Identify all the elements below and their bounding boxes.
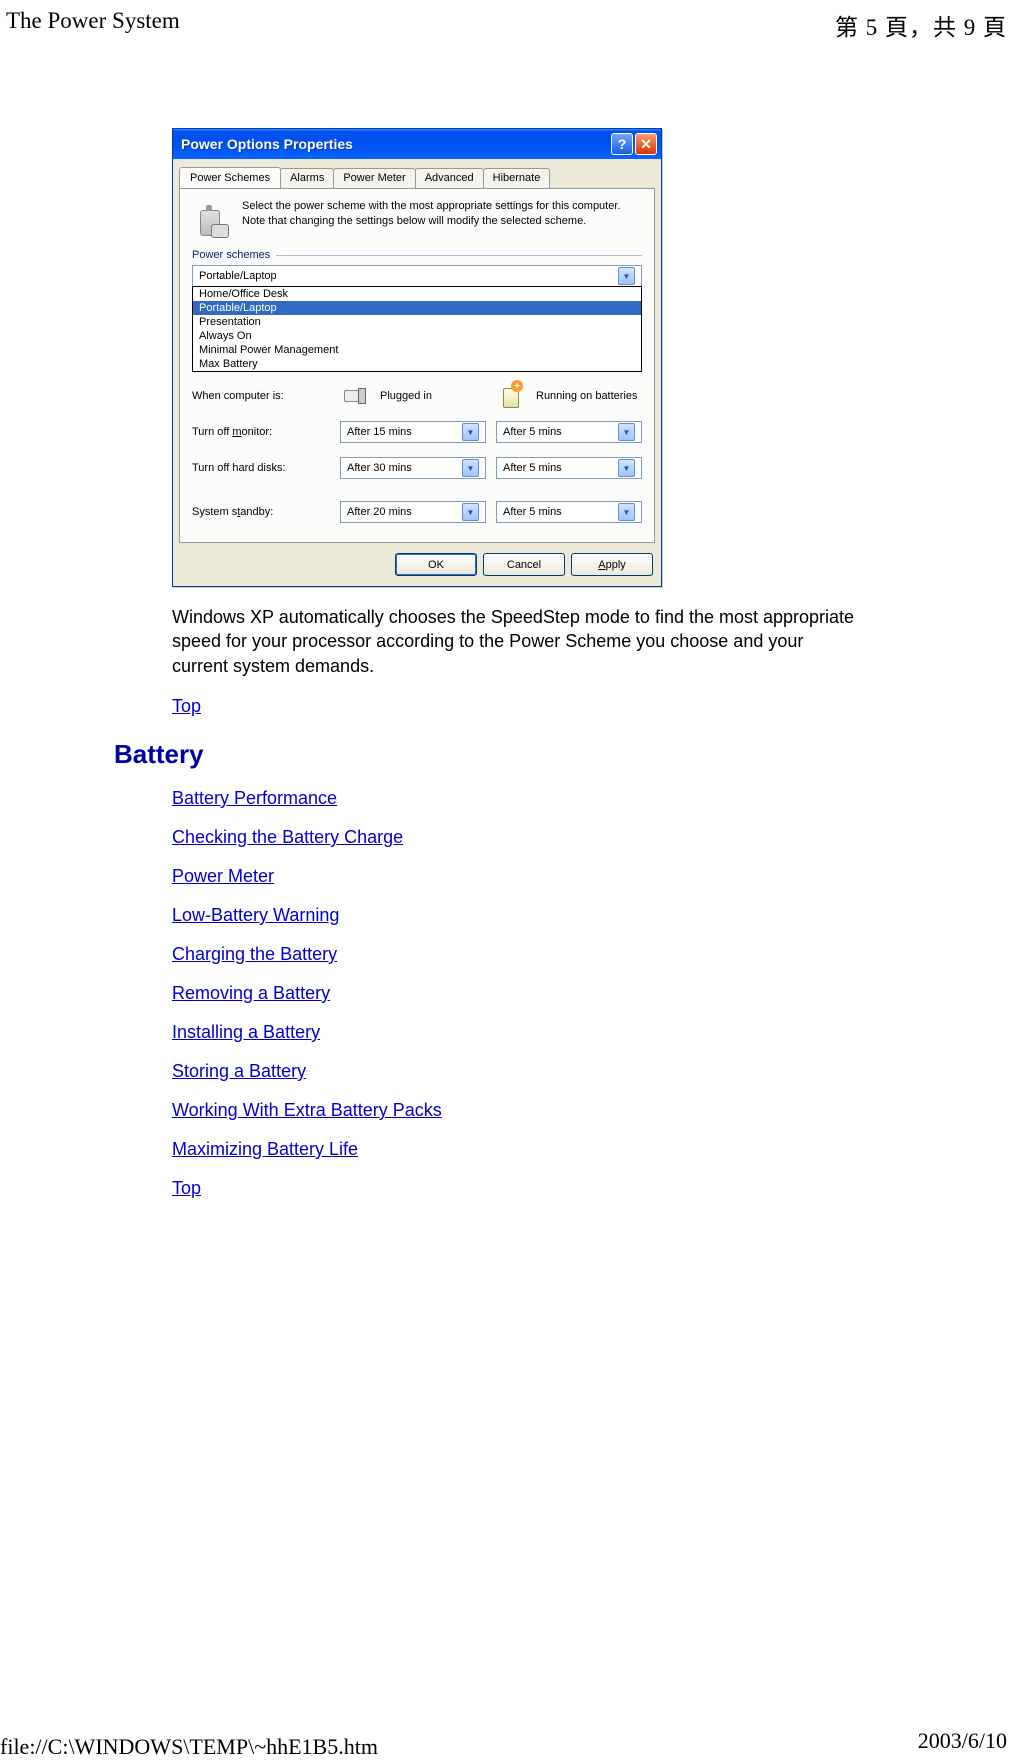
option-portable-laptop[interactable]: Portable/Laptop [193, 301, 641, 315]
option-presentation[interactable]: Presentation [193, 315, 641, 329]
tab-strip: Power Schemes Alarms Power Meter Advance… [173, 159, 661, 188]
link-maximizing-battery-life[interactable]: Maximizing Battery Life [172, 1139, 862, 1160]
footer-path: file://C:\WINDOWS\TEMP\~hhE1B5.htm [0, 1734, 378, 1760]
link-extra-battery-packs[interactable]: Working With Extra Battery Packs [172, 1100, 862, 1121]
close-button[interactable]: ✕ [635, 133, 657, 155]
tab-hibernate[interactable]: Hibernate [483, 168, 551, 189]
chevron-down-icon: ▼ [618, 267, 635, 285]
row-disks: Turn off hard disks: After 30 mins▼ Afte… [192, 450, 642, 486]
ok-button[interactable]: OK [395, 553, 477, 576]
page-header: The Power System 第 5 頁，共 9 頁 [0, 0, 1013, 48]
disks-plugged-dropdown[interactable]: After 30 mins▼ [340, 457, 486, 479]
apply-button[interactable]: Apply [571, 553, 653, 576]
option-minimal-power[interactable]: Minimal Power Management [193, 343, 641, 357]
link-installing-battery[interactable]: Installing a Battery [172, 1022, 862, 1043]
tab-advanced[interactable]: Advanced [415, 168, 484, 189]
chevron-down-icon: ▼ [618, 459, 635, 477]
power-options-dialog: Power Options Properties ? ✕ Power Schem… [172, 128, 662, 587]
link-top-2[interactable]: Top [172, 1178, 862, 1199]
speedstep-paragraph: Windows XP automatically chooses the Spe… [172, 605, 862, 678]
link-removing-battery[interactable]: Removing a Battery [172, 983, 862, 1004]
plugged-in-label: Plugged in [380, 390, 486, 402]
power-scheme-combo[interactable]: Portable/Laptop ▼ [192, 265, 642, 287]
footer-date: 2003/6/10 [918, 1728, 1007, 1754]
disks-battery-dropdown[interactable]: After 5 mins▼ [496, 457, 642, 479]
standby-battery-dropdown[interactable]: After 5 mins▼ [496, 501, 642, 523]
page-footer: file://C:\WINDOWS\TEMP\~hhE1B5.htm 2003/… [0, 1728, 1013, 1754]
combo-value: Portable/Laptop [199, 270, 277, 282]
cancel-button[interactable]: Cancel [483, 553, 565, 576]
link-low-battery-warning[interactable]: Low-Battery Warning [172, 905, 862, 926]
page-number: 第 5 頁，共 9 頁 [835, 8, 1007, 42]
battery-link-list: Battery Performance Checking the Battery… [172, 788, 862, 1199]
chevron-down-icon: ▼ [462, 423, 479, 441]
link-checking-charge[interactable]: Checking the Battery Charge [172, 827, 862, 848]
chevron-down-icon: ▼ [618, 503, 635, 521]
dialog-title: Power Options Properties [181, 136, 609, 152]
running-on-batteries-label: Running on batteries [536, 390, 642, 402]
header-row: When computer is: Plugged in Running on … [192, 378, 642, 414]
turn-off-monitor-label: Turn off monitor: [192, 426, 330, 438]
help-button[interactable]: ? [611, 133, 633, 155]
battery-heading: Battery [114, 739, 862, 770]
option-always-on[interactable]: Always On [193, 329, 641, 343]
battery-plug-icon [192, 199, 232, 239]
option-max-battery[interactable]: Max Battery [193, 357, 641, 371]
tab-panel: Select the power scheme with the most ap… [179, 188, 655, 543]
info-text: Select the power scheme with the most ap… [242, 199, 642, 239]
group-label-power-schemes: Power schemes [192, 249, 642, 261]
dialog-button-row: OK Cancel Apply [173, 543, 661, 586]
option-home-office[interactable]: Home/Office Desk [193, 287, 641, 301]
power-scheme-listbox[interactable]: Home/Office Desk Portable/Laptop Present… [192, 286, 642, 372]
top-link[interactable]: Top [172, 696, 201, 717]
link-storing-battery[interactable]: Storing a Battery [172, 1061, 862, 1082]
standby-plugged-dropdown[interactable]: After 20 mins▼ [340, 501, 486, 523]
tab-power-meter[interactable]: Power Meter [333, 168, 415, 189]
chevron-down-icon: ▼ [618, 423, 635, 441]
link-charging-battery[interactable]: Charging the Battery [172, 944, 862, 965]
chevron-down-icon: ▼ [462, 503, 479, 521]
battery-icon [501, 384, 521, 408]
tab-power-schemes[interactable]: Power Schemes [179, 167, 281, 188]
system-standby-label: System standby: [192, 506, 330, 518]
plug-icon [342, 386, 368, 406]
monitor-plugged-dropdown[interactable]: After 15 mins▼ [340, 421, 486, 443]
dialog-titlebar[interactable]: Power Options Properties ? ✕ [173, 129, 661, 159]
link-power-meter[interactable]: Power Meter [172, 866, 862, 887]
row-monitor: Turn off monitor: After 15 mins▼ After 5… [192, 414, 642, 450]
chevron-down-icon: ▼ [462, 459, 479, 477]
doc-title: The Power System [6, 8, 180, 42]
monitor-battery-dropdown[interactable]: After 5 mins▼ [496, 421, 642, 443]
row-standby: System standby: After 20 mins▼ After 5 m… [192, 494, 642, 530]
link-battery-performance[interactable]: Battery Performance [172, 788, 862, 809]
turn-off-disks-label: Turn off hard disks: [192, 462, 330, 474]
when-computer-is-label: When computer is: [192, 390, 330, 402]
tab-alarms[interactable]: Alarms [280, 168, 334, 189]
